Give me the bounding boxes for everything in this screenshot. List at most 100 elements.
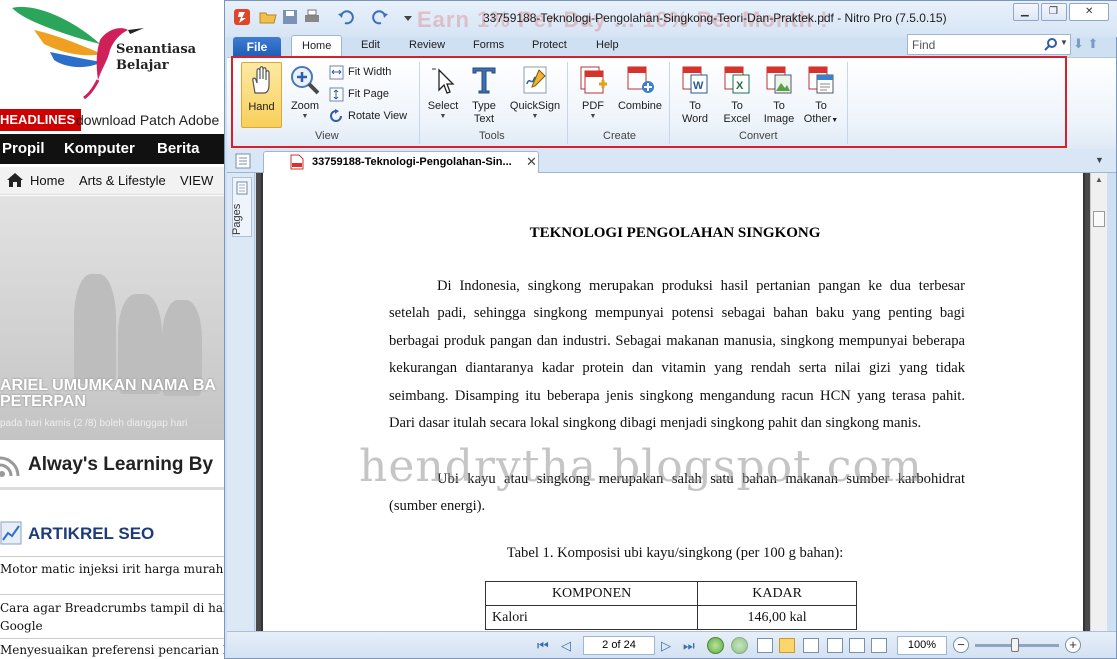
save-icon[interactable] bbox=[281, 8, 299, 26]
scrollbar-thumb[interactable] bbox=[1093, 211, 1105, 227]
hand-button[interactable]: Hand bbox=[241, 62, 282, 128]
combine-button[interactable]: Combine bbox=[615, 62, 665, 128]
blog-logo[interactable]: Senantiasa Belajar bbox=[4, 0, 224, 100]
undo-icon[interactable] bbox=[337, 8, 355, 26]
rotate-view-button[interactable]: Rotate View bbox=[329, 108, 419, 126]
previous-view-icon[interactable] bbox=[707, 637, 724, 654]
close-tab-icon[interactable]: ✕ bbox=[526, 154, 537, 170]
minimize-button[interactable]: ▁ bbox=[1013, 3, 1039, 21]
rss-icon bbox=[0, 456, 20, 477]
post-link-continued[interactable]: Google bbox=[0, 617, 230, 635]
minimize-icon: ▁ bbox=[1021, 6, 1029, 17]
find-input[interactable]: Find ▼ bbox=[907, 34, 1071, 55]
previous-page-icon[interactable]: ◁ bbox=[561, 638, 571, 654]
to-word-label-line2: Word bbox=[681, 113, 709, 125]
to-word-icon: W bbox=[682, 66, 708, 94]
to-word-label-line1: To bbox=[689, 100, 701, 112]
nav-item-propil[interactable]: Propil bbox=[2, 140, 45, 157]
divider bbox=[0, 638, 230, 639]
title-bar[interactable]: Earn 1% Per Day ... 10% Per Month ! 3375… bbox=[225, 1, 1117, 37]
create-pdf-button[interactable]: PDF ▼ bbox=[575, 62, 611, 128]
customize-toolbar-icon[interactable] bbox=[399, 8, 417, 26]
facing-view-icon[interactable] bbox=[803, 638, 819, 653]
tab-review[interactable]: Review bbox=[409, 39, 445, 51]
split-view-icon[interactable] bbox=[849, 638, 865, 653]
document-tab[interactable]: 33759188-Teknologi-Pengolahan-Sin... ✕ bbox=[263, 151, 539, 173]
tab-help[interactable]: Help bbox=[596, 39, 619, 51]
panel-toggle-icon[interactable] bbox=[235, 153, 251, 169]
banner-title[interactable]: ARIEL UMUMKAN NAMA BA PETERPAN bbox=[0, 378, 230, 410]
redo-icon[interactable] bbox=[371, 8, 389, 26]
to-word-button[interactable]: W To Word bbox=[677, 62, 713, 128]
post-link[interactable]: Motor matic injeksi irit harga murah – Y… bbox=[0, 560, 230, 578]
tab-edit[interactable]: Edit bbox=[361, 39, 380, 51]
subnav-item-view[interactable]: VIEW bbox=[180, 173, 213, 188]
facing-continuous-view-icon[interactable] bbox=[827, 638, 843, 653]
subnav-item-home[interactable]: Home bbox=[30, 173, 65, 188]
headline-link[interactable]: download Patch Adobe bbox=[76, 112, 219, 128]
open-folder-icon[interactable] bbox=[259, 8, 277, 26]
page-number-input[interactable]: 2 of 24 bbox=[583, 636, 655, 655]
quicksign-button[interactable]: QuickSign ▼ bbox=[507, 62, 563, 128]
scroll-up-icon[interactable]: ▲ bbox=[1095, 175, 1103, 184]
post-link[interactable]: Menyesuaikan preferensi pencarian blog bbox=[0, 641, 230, 659]
to-image-button[interactable]: To Image bbox=[759, 62, 799, 128]
banner-figure bbox=[74, 274, 116, 384]
tab-file[interactable]: File bbox=[233, 37, 281, 57]
fit-page-button[interactable]: Fit Page bbox=[329, 86, 409, 104]
screen: Senantiasa Belajar HEADLINES download Pa… bbox=[0, 0, 1117, 659]
quicksign-label: QuickSign bbox=[509, 100, 561, 112]
next-view-icon[interactable] bbox=[731, 637, 748, 654]
continuous-view-icon[interactable] bbox=[779, 638, 795, 653]
zoom-slider-thumb[interactable] bbox=[1011, 638, 1019, 652]
rotate-view-icon bbox=[330, 109, 342, 122]
fit-width-button[interactable]: Fit Width bbox=[329, 64, 409, 82]
fit-page-label: Fit Page bbox=[348, 88, 389, 100]
to-excel-button[interactable]: X To Excel bbox=[719, 62, 755, 128]
subnav-item-arts-lifestyle[interactable]: Arts & Lifestyle bbox=[79, 173, 166, 188]
zoom-out-icon[interactable]: − bbox=[953, 637, 969, 653]
zoom-in-icon[interactable]: + bbox=[1065, 637, 1081, 653]
select-button[interactable]: Select ▼ bbox=[425, 62, 461, 128]
pages-panel-label[interactable]: Pages bbox=[231, 204, 243, 235]
vertical-scrollbar[interactable]: ▲ bbox=[1090, 173, 1107, 631]
find-options-icon[interactable]: ▼ bbox=[1060, 38, 1068, 47]
post-link[interactable]: Cara agar Breadcrumbs tampil di halama bbox=[0, 599, 230, 617]
close-button[interactable]: ✕ bbox=[1069, 3, 1109, 21]
tab-protect[interactable]: Protect bbox=[532, 39, 567, 51]
search-icon[interactable] bbox=[1044, 37, 1058, 51]
single-page-view-icon[interactable] bbox=[757, 638, 773, 653]
type-text-button[interactable]: Type Text bbox=[467, 62, 501, 128]
nitro-logo-icon[interactable] bbox=[233, 8, 251, 26]
fit-page-icon bbox=[329, 87, 344, 102]
section-heading-seo: ARTIKREL SEO bbox=[0, 518, 230, 550]
svg-text:X: X bbox=[736, 80, 744, 92]
fit-width-icon bbox=[329, 65, 344, 80]
zoom-level-input[interactable]: 100% bbox=[897, 636, 947, 655]
side-panel: Pages bbox=[227, 173, 255, 631]
find-next-previous-icon[interactable]: ⬇ ⬆ bbox=[1073, 36, 1098, 52]
tab-home[interactable]: Home bbox=[291, 35, 343, 57]
fullscreen-view-icon[interactable] bbox=[871, 638, 887, 653]
group-label-create: Create bbox=[603, 130, 637, 142]
featured-banner[interactable]: ARIEL UMUMKAN NAMA BA PETERPAN pada hari… bbox=[0, 196, 230, 440]
tab-forms[interactable]: Forms bbox=[473, 39, 504, 51]
nav-item-komputer[interactable]: Komputer bbox=[64, 140, 135, 157]
document-viewer[interactable]: TEKNOLOGI PENGOLAHAN SINGKONG Di Indones… bbox=[256, 173, 1100, 631]
maximize-button[interactable]: ❐ bbox=[1041, 3, 1067, 21]
tabs-dropdown-icon[interactable]: ▼ bbox=[1095, 155, 1104, 165]
print-icon[interactable] bbox=[303, 8, 321, 26]
type-text-icon bbox=[472, 67, 496, 94]
pdf-page: TEKNOLOGI PENGOLAHAN SINGKONG Di Indones… bbox=[261, 173, 1085, 631]
nav-item-berita[interactable]: Berita bbox=[157, 140, 200, 157]
zoom-button[interactable]: Zoom ▼ bbox=[285, 62, 325, 128]
select-cursor-icon bbox=[432, 68, 455, 94]
first-page-icon[interactable]: ⏮ bbox=[537, 638, 549, 654]
headlines-tag: HEADLINES bbox=[0, 109, 82, 131]
last-page-icon[interactable]: ⏭ bbox=[683, 638, 695, 654]
to-other-button[interactable]: To Other▼ bbox=[801, 62, 841, 128]
next-page-icon[interactable]: ▷ bbox=[661, 638, 671, 654]
status-bar: ⏮ ◁ 2 of 24 ▷ ⏭ 100% − + bbox=[227, 631, 1116, 658]
divider bbox=[0, 594, 230, 595]
headlines-bar: HEADLINES download Patch Adobe bbox=[0, 109, 230, 131]
